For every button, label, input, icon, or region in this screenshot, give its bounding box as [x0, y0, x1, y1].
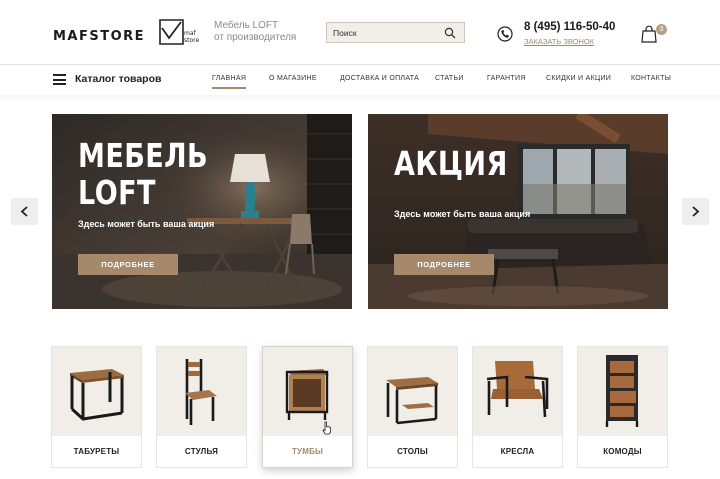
- banner-loft-subtitle: Здесь может быть ваша акция: [78, 219, 215, 229]
- promo-banner-loft[interactable]: МЕБЕЛЬ LOFT Здесь может быть ваша акция …: [52, 114, 352, 309]
- slider-prev-button[interactable]: [11, 198, 38, 225]
- cart-icon: [641, 25, 657, 43]
- menu-icon[interactable]: [53, 74, 66, 85]
- nav-item-contacts[interactable]: КОНТАКТЫ: [631, 75, 671, 82]
- banner-sale-subtitle: Здесь может быть ваша акция: [394, 209, 531, 219]
- nav-item-home[interactable]: ГЛАВНАЯ: [212, 75, 247, 89]
- cart-count-badge: 3: [656, 24, 667, 35]
- callback-link[interactable]: ЗАКАЗАТЬ ЗВОНОК: [524, 37, 594, 46]
- logo-mark-icon[interactable]: maf store: [159, 18, 207, 46]
- slider-next-button[interactable]: [682, 198, 709, 225]
- category-card-dressers[interactable]: КОМОДЫ: [577, 346, 668, 468]
- category-card-tables[interactable]: СТОЛЫ: [367, 346, 458, 468]
- search-input[interactable]: [333, 25, 433, 40]
- main-nav: Каталог товаров ГЛАВНАЯ О МАГАЗИНЕ ДОСТА…: [0, 65, 720, 95]
- category-nightstands-image: [263, 347, 352, 436]
- category-stools-image: [52, 347, 141, 436]
- category-chairs-image: [157, 347, 246, 436]
- category-dressers-image: [578, 347, 667, 436]
- category-nightstands-label: ТУМБЫ: [291, 447, 324, 456]
- banner-sale-title-line1: АКЦИЯ: [394, 144, 508, 183]
- phone-number[interactable]: 8 (495) 116-50-40: [524, 21, 615, 33]
- category-chairs-label: СТУЛЬЯ: [184, 447, 219, 456]
- cart-button[interactable]: 3: [641, 24, 669, 46]
- category-armchairs-image: [473, 347, 562, 436]
- tagline: Мебель LOFT от производителя: [214, 20, 296, 44]
- tagline-line1: Мебель LOFT: [214, 20, 279, 31]
- category-card-chairs[interactable]: СТУЛЬЯ: [156, 346, 247, 468]
- category-armchairs-label: КРЕСЛА: [500, 447, 535, 456]
- banner-sale-title: АКЦИЯ: [394, 145, 508, 182]
- nav-item-discounts[interactable]: СКИДКИ И АКЦИИ: [546, 75, 611, 82]
- chevron-left-icon: [20, 206, 28, 217]
- chevron-right-icon: [692, 206, 700, 217]
- category-stools-label: ТАБУРЕТЫ: [73, 447, 120, 456]
- search-icon[interactable]: [444, 27, 456, 39]
- logo-mark-line2: store: [184, 37, 199, 44]
- banner-sale-more-button[interactable]: ПОДРОБНЕЕ: [394, 254, 494, 275]
- nav-item-about[interactable]: О МАГАЗИНЕ: [269, 75, 317, 82]
- tagline-line2: от производителя: [214, 32, 297, 43]
- logo-mark-line1: maf: [184, 30, 197, 37]
- category-dressers-label: КОМОДЫ: [603, 447, 642, 456]
- nav-item-delivery[interactable]: ДОСТАВКА И ОПЛАТА: [340, 75, 419, 82]
- logo-text[interactable]: MAFSTORE: [53, 29, 145, 44]
- category-card-armchairs[interactable]: КРЕСЛА: [472, 346, 563, 468]
- banner-loft-title: МЕБЕЛЬ LOFT: [78, 137, 208, 211]
- category-card-nightstands[interactable]: ТУМБЫ: [262, 346, 353, 468]
- phone-icon: [497, 26, 513, 42]
- nav-item-articles[interactable]: СТАТЬИ: [435, 75, 464, 82]
- banner-loft-title-line1: МЕБЕЛЬ: [78, 136, 209, 175]
- search-box: [326, 22, 465, 43]
- banner-loft-title-line2: LOFT: [78, 173, 156, 212]
- category-tables-image: [368, 347, 457, 436]
- catalog-button[interactable]: Каталог товаров: [75, 73, 161, 85]
- promo-banner-sale[interactable]: АКЦИЯ Здесь может быть ваша акция ПОДРОБ…: [368, 114, 668, 309]
- nav-item-warranty[interactable]: ГАРАНТИЯ: [487, 75, 526, 82]
- category-card-stools[interactable]: ТАБУРЕТЫ: [51, 346, 142, 468]
- site-header: MAFSTORE maf store Мебель LOFT от произв…: [0, 0, 720, 64]
- category-tables-label: СТОЛЫ: [397, 447, 428, 456]
- banner-loft-more-button[interactable]: ПОДРОБНЕЕ: [78, 254, 178, 275]
